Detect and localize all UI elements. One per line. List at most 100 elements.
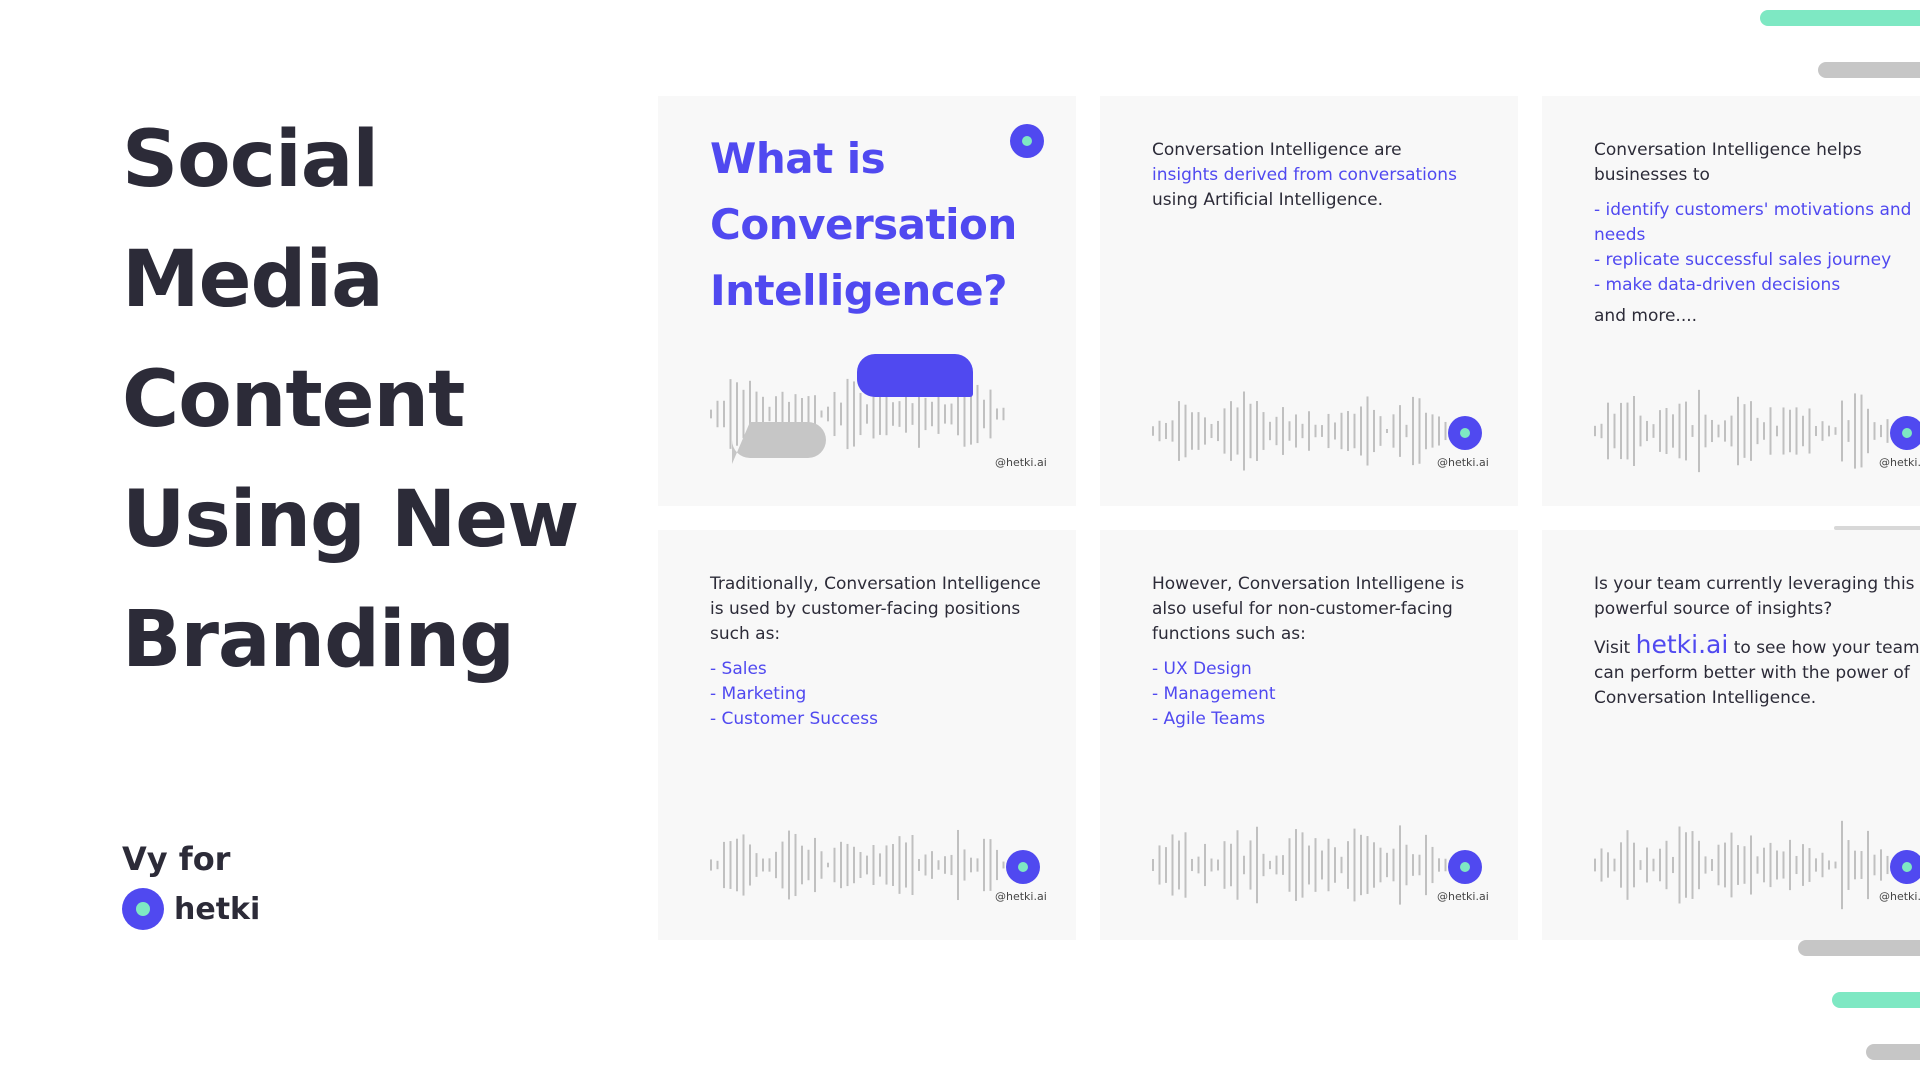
waveform-bar — [1678, 403, 1681, 459]
waveform-bar — [1880, 424, 1882, 438]
waveform-bar — [1691, 831, 1694, 899]
waveform-bar — [1841, 400, 1843, 462]
waveform-bar — [788, 830, 790, 900]
waveform-bar — [1685, 832, 1687, 898]
waveform-bar — [1802, 844, 1804, 886]
chat-bubbles-illustration — [710, 354, 1005, 464]
waveform-bar — [1373, 409, 1375, 453]
waveform-bar — [892, 402, 894, 426]
waveform-bar — [879, 853, 881, 877]
card-definition: Conversation Intelligence are insights d… — [1100, 96, 1518, 506]
waveform-bar — [1665, 840, 1668, 890]
waveform-bar — [983, 399, 985, 429]
waveform-bar — [775, 851, 777, 879]
waveform-bar — [1613, 858, 1616, 872]
visit-text: Visit — [1594, 638, 1631, 658]
hetki-logo-icon — [1010, 124, 1044, 158]
title-line-1: Social — [122, 115, 379, 205]
waveform-bar — [1152, 859, 1154, 871]
waveform-bar — [814, 837, 816, 893]
waveform-bar — [1308, 845, 1310, 885]
waveform-bar — [801, 845, 803, 885]
waveform-icon — [1152, 825, 1447, 905]
waveform-bar — [1171, 420, 1174, 442]
waveform-bar — [1230, 843, 1232, 887]
waveform-bar — [1886, 419, 1889, 443]
waveform-bar — [1399, 825, 1401, 905]
waveform-bar — [729, 841, 732, 889]
waveform-bar — [1210, 858, 1213, 872]
waveform-bar — [742, 389, 745, 439]
waveform-bar — [898, 836, 901, 894]
waveform-bar — [1295, 829, 1297, 901]
waveform-bar — [1717, 424, 1720, 438]
waveform-bar — [950, 854, 953, 876]
waveform-bar — [820, 851, 823, 879]
waveform-bar — [1626, 830, 1629, 900]
handle-text: @hetki.ai — [995, 890, 1047, 903]
hetki-logo-icon — [1448, 416, 1482, 450]
waveform-bar — [716, 860, 719, 870]
waveform-bar — [736, 838, 738, 892]
waveform-bar — [1873, 422, 1876, 440]
waveform-bar — [1399, 405, 1401, 457]
waveform-bar — [840, 402, 842, 426]
waveform-bar — [1607, 402, 1609, 460]
waveform-bar — [749, 844, 751, 886]
waveform-bar — [1691, 425, 1694, 437]
waveform-bar — [723, 400, 725, 428]
title-line-4: Using New — [122, 475, 579, 565]
waveform-bar — [1782, 407, 1785, 455]
waveform-bar — [1425, 412, 1427, 450]
waveform-bar — [1353, 413, 1356, 449]
waveform-bar — [1386, 429, 1388, 433]
hetki-link[interactable]: hetki.ai — [1636, 630, 1729, 659]
waveform-bar — [1594, 425, 1596, 437]
waveform-bar — [1392, 414, 1395, 448]
waveform-bar — [905, 842, 907, 888]
waveform-bar — [1821, 421, 1824, 441]
waveform-bar — [931, 851, 933, 879]
waveform-bar — [1301, 832, 1304, 898]
waveform-bar — [1002, 861, 1005, 869]
waveform-bar — [1724, 842, 1726, 888]
waveform-bar — [1178, 401, 1180, 461]
waveform-bar — [1412, 854, 1414, 876]
waveform-bar — [755, 853, 758, 877]
waveform-bar — [1802, 415, 1804, 447]
waveform-bar — [1275, 416, 1278, 446]
waveform-bar — [1886, 855, 1889, 875]
waveform-bar — [944, 856, 946, 874]
waveform-bar — [1418, 398, 1421, 464]
waveform-bar — [1776, 850, 1778, 880]
waveform-bar — [1444, 858, 1447, 872]
waveform-bar — [1880, 849, 1882, 881]
waveform-bar — [1256, 401, 1258, 461]
waveform-bar — [1379, 416, 1382, 446]
waveform-bar — [1360, 406, 1362, 456]
waveform-bar — [1711, 859, 1713, 871]
waveform-bar — [833, 847, 836, 883]
byline: Vy for hetki — [122, 840, 260, 930]
waveform-bar — [1431, 414, 1434, 448]
waveform-bar — [1412, 396, 1414, 466]
waveform-bar — [1821, 852, 1824, 878]
waveform-bar — [1808, 408, 1811, 454]
waveform-bar — [1763, 847, 1765, 883]
waveform-bar — [1217, 420, 1219, 442]
decor-bar-mint — [1760, 10, 1920, 26]
list-item: - Customer Success — [710, 709, 878, 729]
waveform-bar — [1314, 838, 1317, 892]
title-line-3: Content — [122, 355, 465, 445]
waveform-bar — [768, 406, 771, 422]
waveform-bar — [1204, 843, 1206, 887]
card-benefits: Conversation Intelligence helps business… — [1542, 96, 1920, 506]
waveform-bar — [1327, 838, 1330, 892]
waveform-bar — [1665, 407, 1668, 455]
waveform-bar — [866, 855, 868, 875]
waveform-bar — [924, 397, 927, 431]
waveform-bar — [1243, 391, 1245, 471]
waveform-bar — [957, 392, 959, 436]
list-item: - make data-driven decisions — [1594, 275, 1841, 295]
waveform-bar — [885, 392, 888, 436]
